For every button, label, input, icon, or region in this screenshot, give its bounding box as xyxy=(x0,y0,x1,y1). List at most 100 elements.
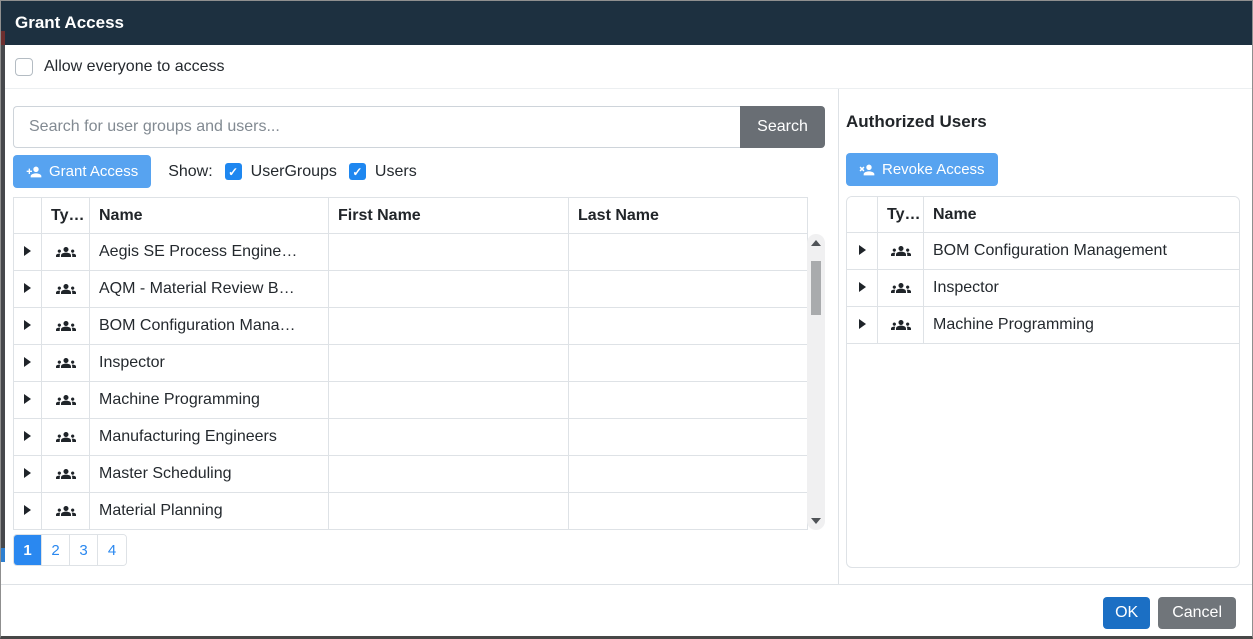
row-last-name-cell xyxy=(569,419,808,456)
row-name-cell[interactable]: Material Planning xyxy=(90,493,329,530)
usergroups-checkbox[interactable]: ✓ xyxy=(225,163,242,180)
row-name-cell[interactable]: Manufacturing Engineers xyxy=(90,419,329,456)
expand-triangle-icon xyxy=(24,246,31,256)
expand-triangle-icon xyxy=(24,468,31,478)
page-button-3[interactable]: 3 xyxy=(70,535,98,565)
row-first-name-cell xyxy=(329,271,569,308)
page-button-4[interactable]: 4 xyxy=(98,535,126,565)
row-expand-cell[interactable] xyxy=(14,382,42,419)
row-type-cell xyxy=(42,308,90,345)
person-add-icon xyxy=(26,164,42,180)
row-type-cell xyxy=(42,493,90,530)
scroll-down-icon[interactable] xyxy=(811,518,821,524)
row-name-cell[interactable]: Inspector xyxy=(90,345,329,382)
table-row[interactable]: Material Planning xyxy=(14,493,808,530)
row-type-cell xyxy=(42,234,90,271)
row-name-cell[interactable]: Inspector xyxy=(924,270,1240,307)
row-expand-cell[interactable] xyxy=(14,456,42,493)
row-name-cell[interactable]: Master Scheduling xyxy=(90,456,329,493)
users-checkbox-label: Users xyxy=(375,163,417,181)
table-row[interactable]: BOM Configuration Management xyxy=(847,233,1240,270)
row-type-cell xyxy=(42,419,90,456)
scrollbar-thumb[interactable] xyxy=(811,261,821,315)
table-row[interactable]: Machine Programming xyxy=(14,382,808,419)
row-expand-cell[interactable] xyxy=(14,271,42,308)
row-name-cell[interactable]: AQM - Material Review B… xyxy=(90,271,329,308)
results-header-last-name[interactable]: Last Name xyxy=(569,198,808,234)
table-row[interactable]: BOM Configuration Mana… xyxy=(14,308,808,345)
row-type-cell xyxy=(42,345,90,382)
expand-triangle-icon xyxy=(24,320,31,330)
scroll-up-icon[interactable] xyxy=(811,240,821,246)
show-label: Show: xyxy=(168,163,212,181)
search-button[interactable]: Search xyxy=(740,106,825,148)
table-row[interactable]: Master Scheduling xyxy=(14,456,808,493)
allow-everyone-row: Allow everyone to access xyxy=(1,45,1252,89)
usergroups-checkbox-label: UserGroups xyxy=(251,163,337,181)
ok-button[interactable]: OK xyxy=(1103,597,1150,629)
table-row[interactable]: Manufacturing Engineers xyxy=(14,419,808,456)
user-group-icon xyxy=(891,278,911,298)
table-row[interactable]: Inspector xyxy=(847,270,1240,307)
row-name-cell[interactable]: BOM Configuration Mana… xyxy=(90,308,329,345)
results-header-row: Ty… Name First Name Last Name xyxy=(14,198,808,234)
search-row: Search xyxy=(13,106,825,148)
user-group-icon xyxy=(56,242,76,262)
user-group-icon xyxy=(56,390,76,410)
results-header-expand xyxy=(14,198,42,234)
authorized-header-name[interactable]: Name xyxy=(924,197,1240,233)
pagination: 1234 xyxy=(13,534,127,566)
grant-access-button[interactable]: Grant Access xyxy=(13,155,151,188)
row-first-name-cell xyxy=(329,382,569,419)
search-results-pane: Search Grant Access Show: ✓ UserGroups ✓… xyxy=(1,89,838,584)
table-row[interactable]: Machine Programming xyxy=(847,307,1240,344)
authorized-header-type[interactable]: Ty… xyxy=(878,197,924,233)
row-name-cell[interactable]: Aegis SE Process Engine… xyxy=(90,234,329,271)
dialog-title: Grant Access xyxy=(15,13,124,33)
search-input[interactable] xyxy=(13,106,740,148)
table-row[interactable]: Aegis SE Process Engine… xyxy=(14,234,808,271)
row-name-cell[interactable]: Machine Programming xyxy=(90,382,329,419)
row-expand-cell[interactable] xyxy=(14,234,42,271)
person-remove-icon xyxy=(859,162,875,178)
row-expand-cell[interactable] xyxy=(847,233,878,270)
row-expand-cell[interactable] xyxy=(14,308,42,345)
cancel-button[interactable]: Cancel xyxy=(1158,597,1236,629)
results-header-type[interactable]: Ty… xyxy=(42,198,90,234)
table-row[interactable]: AQM - Material Review B… xyxy=(14,271,808,308)
results-scrollbar[interactable] xyxy=(807,234,825,530)
row-last-name-cell xyxy=(569,308,808,345)
row-expand-cell[interactable] xyxy=(14,419,42,456)
user-group-icon xyxy=(56,464,76,484)
authorized-table-container: Ty… Name BOM Configuration ManagementIns… xyxy=(846,196,1240,568)
row-last-name-cell xyxy=(569,234,808,271)
allow-everyone-checkbox[interactable] xyxy=(15,58,33,76)
user-group-icon xyxy=(891,241,911,261)
revoke-access-button[interactable]: Revoke Access xyxy=(846,153,998,186)
row-expand-cell[interactable] xyxy=(847,270,878,307)
row-name-cell[interactable]: BOM Configuration Management xyxy=(924,233,1240,270)
user-group-icon xyxy=(56,279,76,299)
grant-access-dialog: Grant Access Allow everyone to access Se… xyxy=(0,0,1253,639)
results-header-first-name[interactable]: First Name xyxy=(329,198,569,234)
row-last-name-cell xyxy=(569,493,808,530)
table-row[interactable]: Inspector xyxy=(14,345,808,382)
row-name-cell[interactable]: Machine Programming xyxy=(924,307,1240,344)
users-checkbox[interactable]: ✓ xyxy=(349,163,366,180)
dialog-footer: OK Cancel xyxy=(1,584,1252,639)
row-expand-cell[interactable] xyxy=(847,307,878,344)
grant-access-button-label: Grant Access xyxy=(49,163,138,180)
row-expand-cell[interactable] xyxy=(14,345,42,382)
page-button-1[interactable]: 1 xyxy=(14,535,42,565)
expand-triangle-icon xyxy=(24,283,31,293)
allow-everyone-label: Allow everyone to access xyxy=(44,58,225,76)
page-button-2[interactable]: 2 xyxy=(42,535,70,565)
row-first-name-cell xyxy=(329,345,569,382)
row-type-cell xyxy=(42,271,90,308)
expand-triangle-icon xyxy=(24,394,31,404)
expand-triangle-icon xyxy=(859,245,866,255)
results-header-name[interactable]: Name xyxy=(90,198,329,234)
expand-triangle-icon xyxy=(859,282,866,292)
expand-triangle-icon xyxy=(24,357,31,367)
row-expand-cell[interactable] xyxy=(14,493,42,530)
